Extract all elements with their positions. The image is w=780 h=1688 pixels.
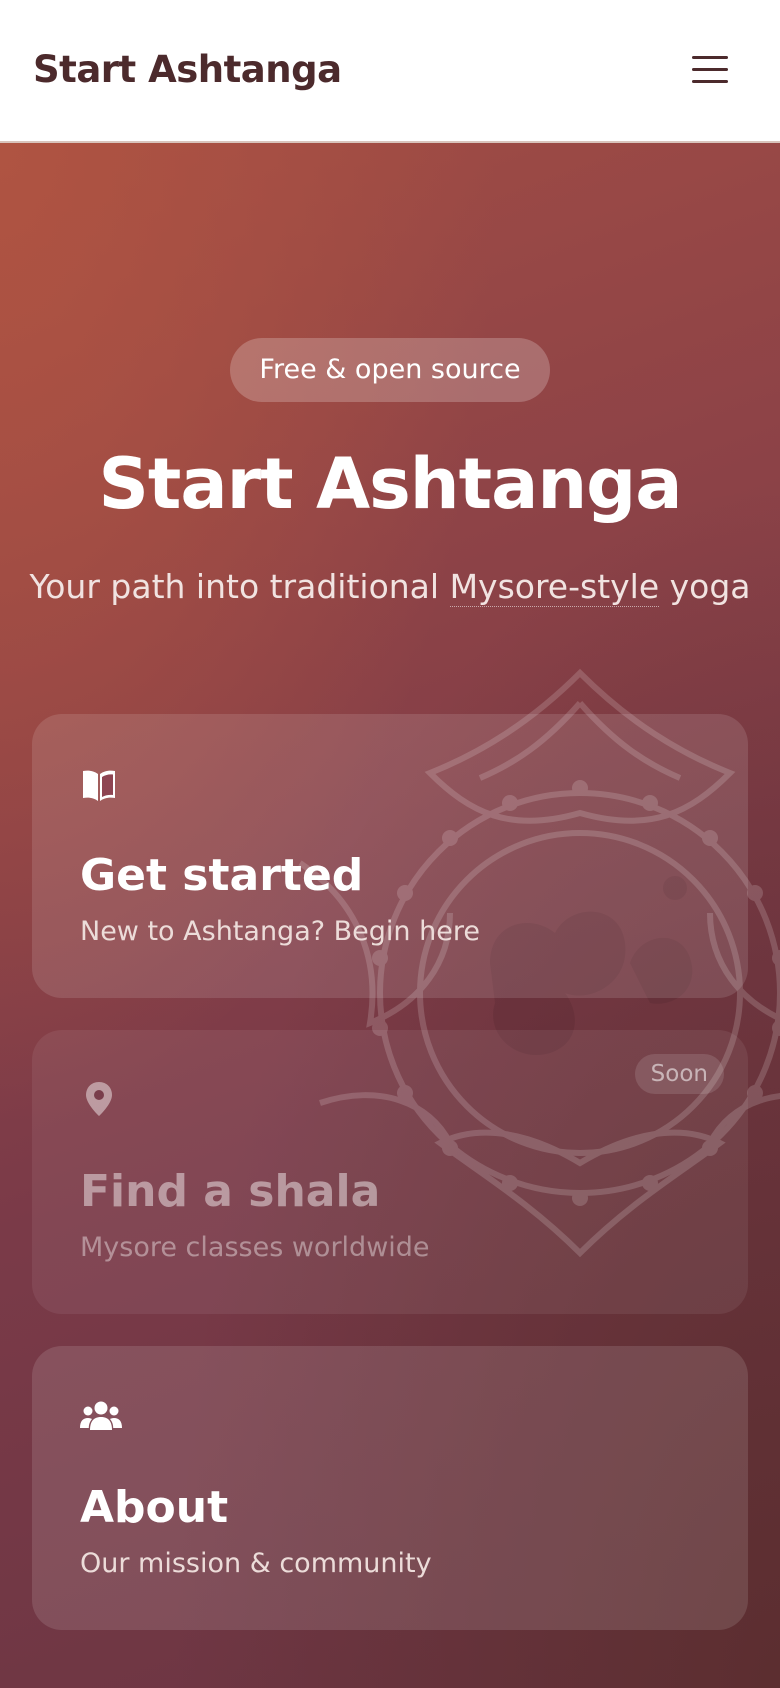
soon-badge: Soon	[634, 1054, 724, 1094]
brand-title[interactable]: Start Ashtanga	[33, 48, 342, 91]
mysore-style-term[interactable]: Mysore-style	[449, 567, 660, 607]
find-shala-card: Soon Find a shala Mysore classes worldwi…	[32, 1030, 748, 1314]
hero-title: Start Ashtanga	[98, 443, 682, 525]
hero-subtitle-text: Your path into traditional	[29, 567, 450, 606]
about-card[interactable]: About Our mission & community	[32, 1346, 748, 1630]
hero-section: Free & open source Start Ashtanga Your p…	[0, 143, 780, 1688]
get-started-card[interactable]: Get started New to Ashtanga? Begin here	[32, 714, 748, 998]
hero-subtitle-end: yoga	[659, 567, 751, 606]
card-title: Find a shala	[80, 1166, 381, 1217]
hero-subtitle: Your path into traditional Mysore-style …	[0, 567, 780, 607]
users-icon	[80, 1401, 122, 1430]
book-icon	[83, 770, 115, 801]
open-source-badge: Free & open source	[230, 338, 550, 402]
map-pin-icon	[86, 1082, 112, 1116]
card-title: About	[80, 1482, 229, 1533]
menu-button[interactable]	[692, 56, 728, 84]
top-header: Start Ashtanga	[0, 0, 780, 143]
card-title: Get started	[80, 850, 364, 901]
card-description: New to Ashtanga? Begin here	[80, 916, 480, 947]
card-description: Mysore classes worldwide	[80, 1232, 430, 1263]
card-description: Our mission & community	[80, 1548, 432, 1579]
